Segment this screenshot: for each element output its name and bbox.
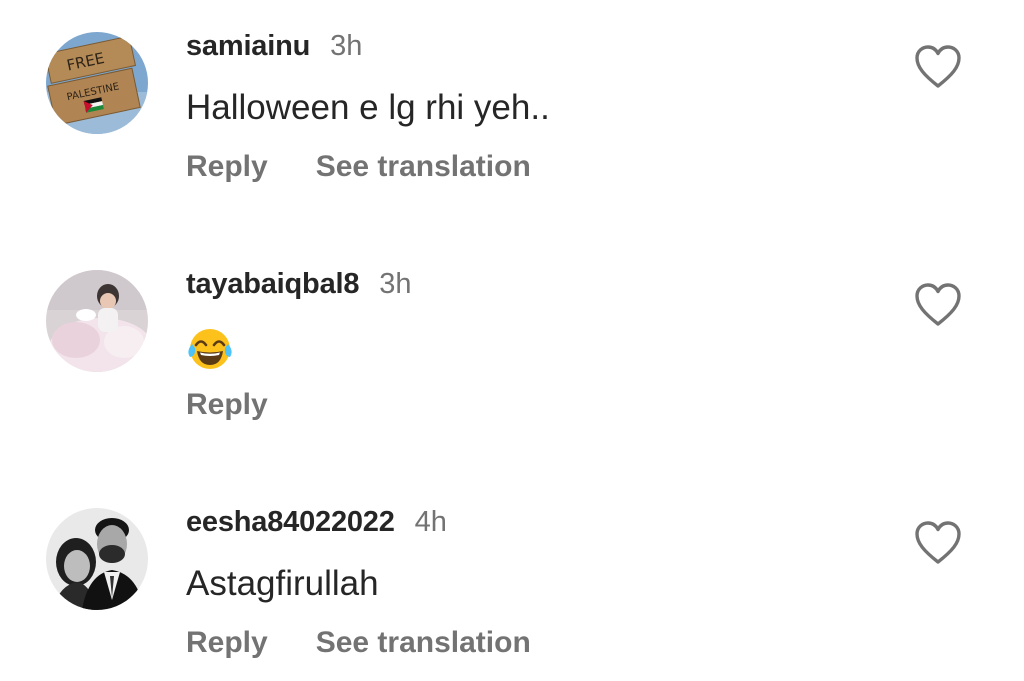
reply-button[interactable]: Reply xyxy=(186,150,268,184)
timestamp: 4h xyxy=(414,506,447,538)
comment-item: tayabaiqbal8 3h Reply xyxy=(0,238,1024,438)
avatar[interactable] xyxy=(46,508,148,610)
timestamp: 3h xyxy=(379,268,412,300)
reply-button[interactable]: Reply xyxy=(186,388,268,422)
username[interactable]: samiainu xyxy=(186,30,310,63)
comment-text: Astagfirullah xyxy=(186,564,379,603)
avatar-image: FREE PALESTINE xyxy=(46,32,148,134)
see-translation-button[interactable]: See translation xyxy=(316,150,531,184)
avatar[interactable] xyxy=(46,270,148,372)
timestamp: 3h xyxy=(330,30,363,62)
avatar-image xyxy=(46,508,148,610)
heart-outline-icon[interactable] xyxy=(914,282,962,328)
username[interactable]: eesha84022022 xyxy=(186,506,395,539)
reply-button[interactable]: Reply xyxy=(186,626,268,660)
comment-item: FREE PALESTINE samiainu 3h Halloween e l… xyxy=(0,0,1024,200)
comment-actions: Reply xyxy=(186,388,268,422)
comment-meta: samiainu 3h xyxy=(186,30,362,66)
see-translation-button[interactable]: See translation xyxy=(316,626,531,660)
face-with-tears-of-joy-emoji xyxy=(186,324,234,372)
comment-item: eesha84022022 4h Astagfirullah Reply See… xyxy=(0,476,1024,676)
avatar-image xyxy=(46,270,148,372)
avatar[interactable]: FREE PALESTINE xyxy=(46,32,148,134)
comment-text: Halloween e lg rhi yeh.. xyxy=(186,88,550,127)
comment-meta: tayabaiqbal8 3h xyxy=(186,268,412,304)
comment-actions: Reply See translation xyxy=(186,150,531,184)
comment-meta: eesha84022022 4h xyxy=(186,506,447,542)
heart-outline-icon[interactable] xyxy=(914,520,962,566)
heart-outline-icon[interactable] xyxy=(914,44,962,90)
username[interactable]: tayabaiqbal8 xyxy=(186,268,359,301)
comment-actions: Reply See translation xyxy=(186,626,531,660)
